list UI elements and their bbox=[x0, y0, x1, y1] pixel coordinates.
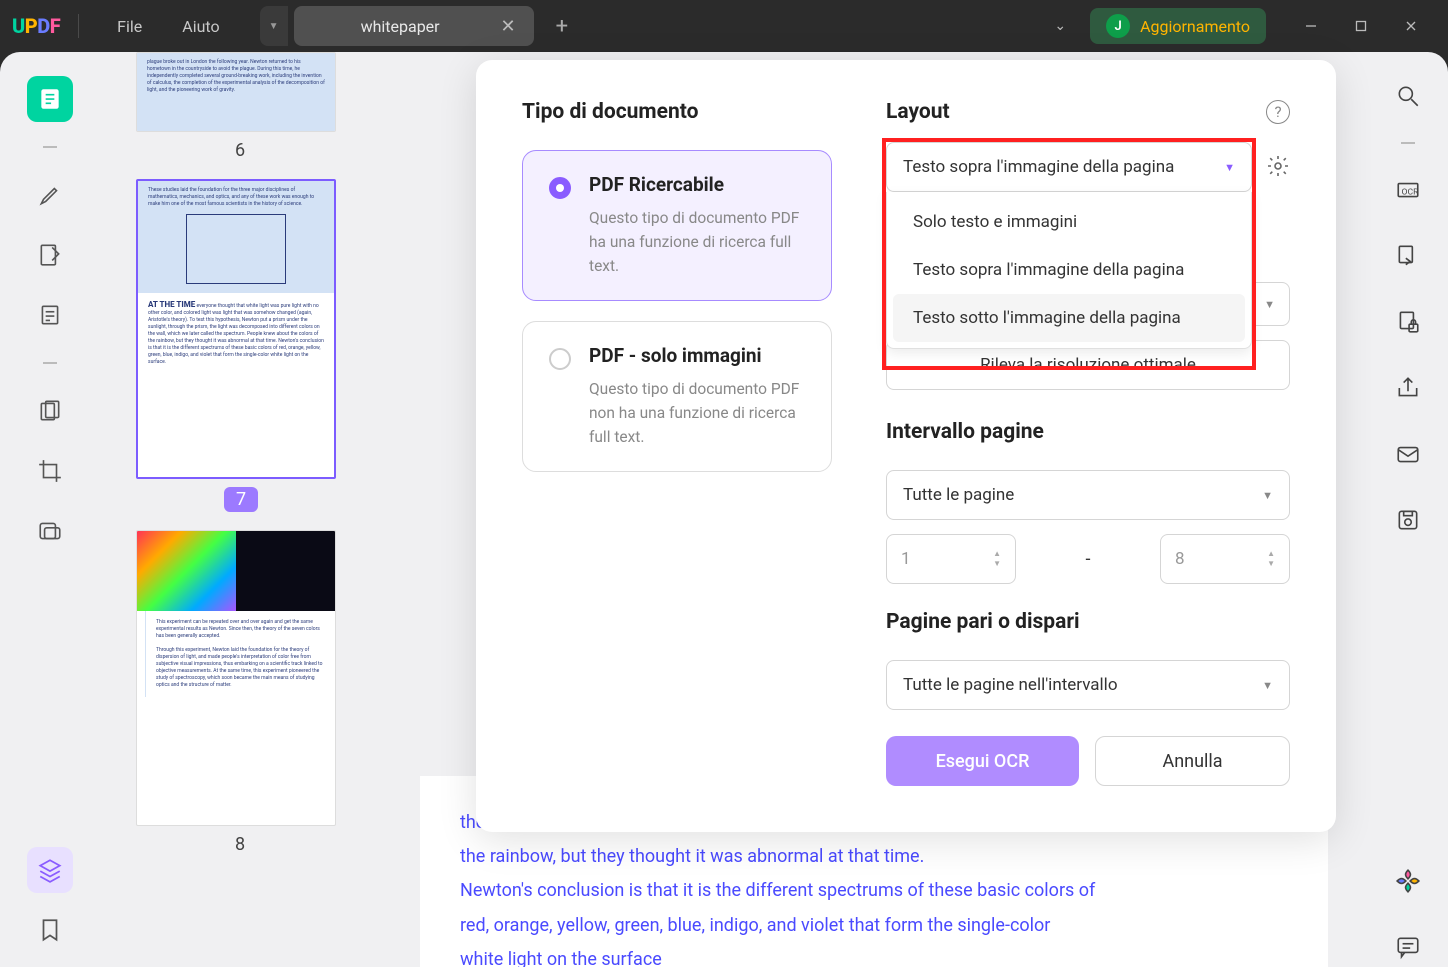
thumbnail-page-6[interactable]: plague broke out in London the following… bbox=[136, 52, 344, 161]
layout-option-text-under[interactable]: Testo sotto l'immagine della pagina bbox=[893, 294, 1245, 342]
menu-help[interactable]: Aiuto bbox=[170, 11, 231, 42]
titlebar: UPDF File Aiuto ▼ whitepaper ✕ + ⌄ J Agg… bbox=[0, 0, 1448, 52]
doc-text-line: white light on the surface bbox=[460, 943, 1288, 967]
new-tab-button[interactable]: + bbox=[556, 14, 568, 39]
thumbnail-label: 6 bbox=[136, 140, 344, 161]
convert-icon[interactable] bbox=[1388, 236, 1428, 276]
doc-text-line: the rainbow, but they thought it was abn… bbox=[460, 840, 1288, 874]
layout-option-text-images[interactable]: Solo testo e immagini bbox=[893, 198, 1245, 246]
app-logo: UPDF bbox=[12, 14, 60, 38]
page-range-value: Tutte le pagine bbox=[903, 485, 1014, 505]
doc-type-image-only[interactable]: PDF - solo immagini Questo tipo di docum… bbox=[522, 321, 832, 472]
doc-type-heading: Tipo di documento bbox=[522, 100, 832, 124]
parity-value: Tutte le pagine nell'intervallo bbox=[903, 675, 1118, 695]
radio-icon bbox=[549, 348, 571, 370]
radio-icon bbox=[549, 177, 571, 199]
tool-crop[interactable] bbox=[27, 448, 73, 494]
save-icon[interactable] bbox=[1388, 500, 1428, 540]
ocr-icon[interactable]: OCR bbox=[1388, 170, 1428, 210]
ocr-settings-panel: Tipo di documento PDF Ricercabile Questo… bbox=[476, 60, 1336, 832]
user-avatar: J bbox=[1106, 14, 1130, 38]
tool-highlight[interactable] bbox=[27, 172, 73, 218]
chevron-down-icon[interactable]: ⌄ bbox=[1054, 18, 1066, 34]
divider bbox=[1401, 142, 1415, 144]
layout-heading: Layout bbox=[886, 100, 950, 124]
document-tab[interactable]: whitepaper ✕ bbox=[294, 6, 534, 46]
page-range-heading: Intervallo pagine bbox=[886, 420, 1290, 444]
tool-page-organize[interactable] bbox=[27, 292, 73, 338]
doc-text-line: Newton's conclusion is that it is the di… bbox=[460, 874, 1288, 908]
svg-text:OCR: OCR bbox=[1402, 187, 1420, 197]
tab-title: whitepaper bbox=[312, 17, 489, 36]
menu-file[interactable]: File bbox=[105, 11, 154, 42]
protect-icon[interactable] bbox=[1388, 302, 1428, 342]
layout-option-text-over[interactable]: Testo sopra l'immagine della pagina bbox=[893, 246, 1245, 294]
radio-title: PDF Ricercabile bbox=[589, 173, 805, 196]
layout-select[interactable]: Testo sopra l'immagine della pagina ▼ So… bbox=[886, 142, 1252, 192]
window-maximize-button[interactable] bbox=[1336, 10, 1386, 42]
range-separator: - bbox=[1030, 549, 1146, 570]
tool-form[interactable] bbox=[27, 388, 73, 434]
divider bbox=[43, 362, 57, 364]
radio-description: Questo tipo di documento PDF non ha una … bbox=[589, 377, 805, 449]
gear-icon[interactable] bbox=[1266, 154, 1290, 178]
email-icon[interactable] bbox=[1388, 434, 1428, 474]
thumbnail-panel[interactable]: plague broke out in London the following… bbox=[100, 52, 380, 967]
chevron-down-icon: ▼ bbox=[1264, 298, 1275, 311]
thumbnail-label: 8 bbox=[136, 834, 344, 855]
spinner-icon[interactable]: ▲▼ bbox=[1267, 550, 1275, 568]
thumbnail-page-7[interactable]: These studies laid the foundation for th… bbox=[136, 179, 344, 512]
update-banner[interactable]: J Aggiornamento bbox=[1090, 8, 1266, 44]
tool-bookmark[interactable] bbox=[27, 907, 73, 953]
radio-title: PDF - solo immagini bbox=[589, 344, 805, 367]
layout-dropdown: Solo testo e immagini Testo sopra l'imma… bbox=[886, 192, 1252, 349]
doc-text-line: red, orange, yellow, green, blue, indigo… bbox=[460, 909, 1288, 943]
right-toolbar: OCR bbox=[1368, 52, 1448, 967]
layout-selected-value: Testo sopra l'immagine della pagina bbox=[903, 157, 1174, 177]
spinner-icon[interactable]: ▲▼ bbox=[993, 550, 1001, 568]
share-icon[interactable] bbox=[1388, 368, 1428, 408]
page-from-value: 1 bbox=[901, 549, 911, 569]
parity-select[interactable]: Tutte le pagine nell'intervallo ▼ bbox=[886, 660, 1290, 710]
tool-edit[interactable] bbox=[27, 232, 73, 278]
left-toolbar bbox=[0, 52, 100, 967]
execute-ocr-button[interactable]: Esegui OCR bbox=[886, 736, 1079, 786]
tab-group: ▼ whitepaper ✕ + bbox=[260, 6, 568, 46]
ai-assistant-icon[interactable] bbox=[1388, 861, 1428, 901]
divider bbox=[78, 14, 79, 38]
thumbnail-label: 7 bbox=[224, 487, 258, 512]
window-minimize-button[interactable] bbox=[1286, 10, 1336, 42]
search-icon[interactable] bbox=[1388, 76, 1428, 116]
window-close-button[interactable] bbox=[1386, 10, 1436, 42]
page-from-input[interactable]: 1 ▲▼ bbox=[886, 534, 1016, 584]
chevron-down-icon: ▼ bbox=[1224, 161, 1235, 174]
chevron-down-icon: ▼ bbox=[1262, 489, 1273, 502]
tool-redact[interactable] bbox=[27, 508, 73, 554]
comment-icon[interactable] bbox=[1388, 927, 1428, 967]
cancel-button[interactable]: Annulla bbox=[1095, 736, 1290, 786]
tool-layers[interactable] bbox=[27, 847, 73, 893]
page-range-select[interactable]: Tutte le pagine ▼ bbox=[886, 470, 1290, 520]
tab-list-dropdown[interactable]: ▼ bbox=[260, 6, 288, 46]
update-label: Aggiornamento bbox=[1140, 17, 1250, 36]
chevron-down-icon: ▼ bbox=[1262, 679, 1273, 692]
parity-heading: Pagine pari o dispari bbox=[886, 610, 1290, 634]
tab-close-icon[interactable]: ✕ bbox=[501, 16, 516, 37]
thumbnail-page-8[interactable]: This experiment can be repeated over and… bbox=[136, 530, 344, 855]
tool-reader[interactable] bbox=[27, 76, 73, 122]
doc-type-searchable[interactable]: PDF Ricercabile Questo tipo di documento… bbox=[522, 150, 832, 301]
radio-description: Questo tipo di documento PDF ha una funz… bbox=[589, 206, 805, 278]
page-to-value: 8 bbox=[1175, 549, 1185, 569]
divider bbox=[43, 146, 57, 148]
page-to-input[interactable]: 8 ▲▼ bbox=[1160, 534, 1290, 584]
help-icon[interactable]: ? bbox=[1266, 100, 1290, 124]
